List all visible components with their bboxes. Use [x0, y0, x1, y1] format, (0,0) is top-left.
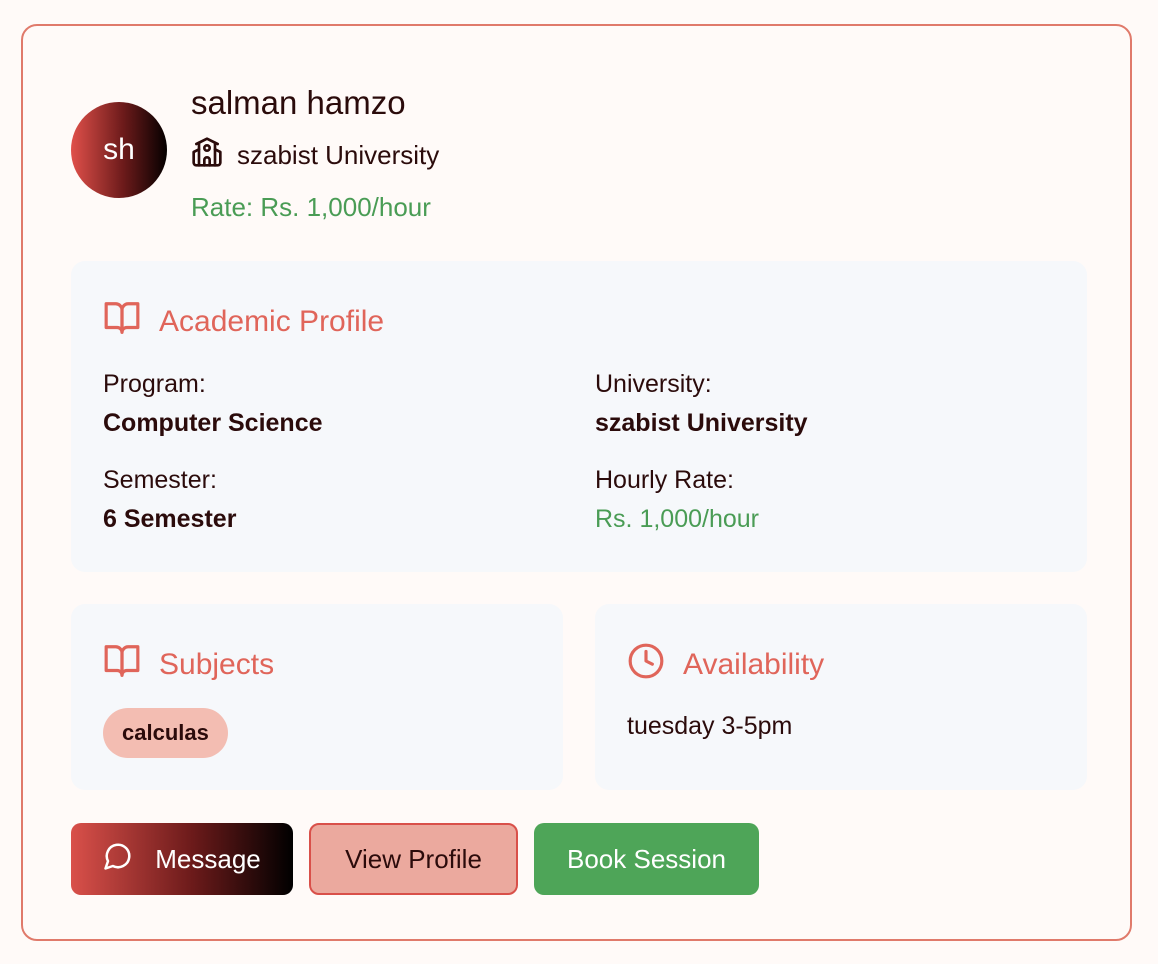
university-value: szabist University	[595, 409, 808, 437]
semester-value: 6 Semester	[103, 505, 237, 533]
view-profile-label: View Profile	[345, 843, 482, 874]
subjects-panel: Subjects calculas	[71, 604, 563, 790]
university-building-icon	[191, 136, 223, 175]
tutor-name: salman hamzo	[191, 84, 406, 121]
avatar-initials: sh	[103, 133, 135, 166]
rate-text: Rate: Rs. 1,000/hour	[191, 192, 431, 222]
availability-title: Availability	[683, 648, 825, 681]
academic-profile-panel: Academic Profile Program: Computer Scien…	[71, 261, 1087, 572]
availability-text: tuesday 3-5pm	[627, 712, 793, 740]
message-button[interactable]: Message	[71, 823, 293, 895]
academic-profile-header: Academic Profile	[103, 299, 384, 345]
program-label: Program:	[103, 370, 206, 398]
subjects-title: Subjects	[159, 648, 275, 681]
subject-chip: calculas	[103, 708, 228, 758]
program-value: Computer Science	[103, 409, 323, 437]
book-session-button[interactable]: Book Session	[534, 823, 759, 895]
message-button-label: Message	[155, 843, 261, 874]
availability-header: Availability	[627, 642, 824, 688]
university-name: szabist University	[237, 140, 440, 170]
clock-icon	[627, 642, 665, 688]
view-profile-button[interactable]: View Profile	[309, 823, 518, 895]
message-circle-icon	[103, 841, 133, 878]
tutor-card: sh salman hamzo szabist University Rate:…	[21, 24, 1132, 941]
hourly-rate-label: Hourly Rate:	[595, 466, 734, 494]
semester-label: Semester:	[103, 466, 217, 494]
hourly-rate-value: Rs. 1,000/hour	[595, 505, 759, 533]
university-label: University:	[595, 370, 712, 398]
academic-profile-title: Academic Profile	[159, 305, 385, 338]
university-row: szabist University	[191, 136, 439, 175]
book-session-label: Book Session	[567, 843, 726, 874]
book-open-icon	[103, 642, 141, 688]
subjects-header: Subjects	[103, 642, 274, 688]
avatar: sh	[71, 102, 167, 198]
availability-panel: Availability tuesday 3-5pm	[595, 604, 1087, 790]
book-open-icon	[103, 299, 141, 345]
